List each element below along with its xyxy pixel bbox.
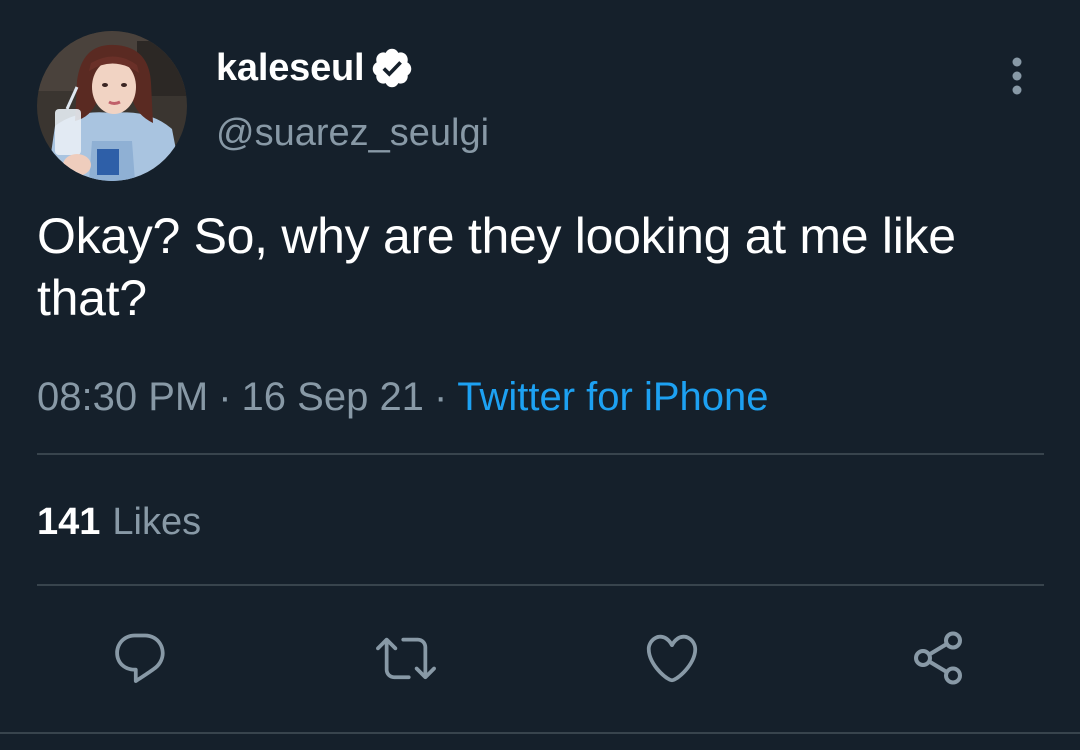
retweet-button[interactable]: [376, 628, 436, 688]
user-handle[interactable]: @suarez_seulgi: [216, 111, 489, 155]
divider: [0, 732, 1080, 734]
more-options-icon[interactable]: [1004, 56, 1030, 96]
tweet-source-link[interactable]: Twitter for iPhone: [457, 375, 768, 419]
display-name[interactable]: kaleseul: [216, 46, 365, 90]
reply-icon: [115, 633, 165, 683]
tweet-date[interactable]: 16 Sep 21: [242, 375, 424, 419]
tweet-time[interactable]: 08:30 PM: [37, 375, 208, 419]
tweet-text: Okay? So, why are they looking at me lik…: [37, 208, 956, 326]
verified-badge-icon: [373, 48, 412, 88]
share-button[interactable]: [908, 628, 968, 688]
likes-stat[interactable]: 141 Likes: [37, 497, 201, 547]
tweet-meta: 08:30 PM · 16 Sep 21 · Twitter for iPhone: [37, 372, 769, 422]
avatar[interactable]: [37, 31, 187, 181]
divider: [37, 584, 1044, 586]
likes-label: Likes: [112, 501, 202, 543]
likes-count: 141: [37, 501, 101, 543]
retweet-icon: [376, 637, 436, 680]
like-button[interactable]: [642, 628, 702, 688]
like-icon: [646, 634, 698, 683]
reply-button[interactable]: [110, 628, 170, 688]
tweet-detail: kaleseul @suarez_seulgi Okay? So, why ar…: [0, 0, 1080, 750]
author-row[interactable]: kaleseul: [216, 46, 414, 90]
divider: [37, 453, 1044, 455]
meta-separator: ·: [433, 375, 448, 419]
avatar-image: [37, 31, 187, 181]
meta-separator: ·: [218, 375, 232, 419]
share-icon: [914, 631, 962, 685]
